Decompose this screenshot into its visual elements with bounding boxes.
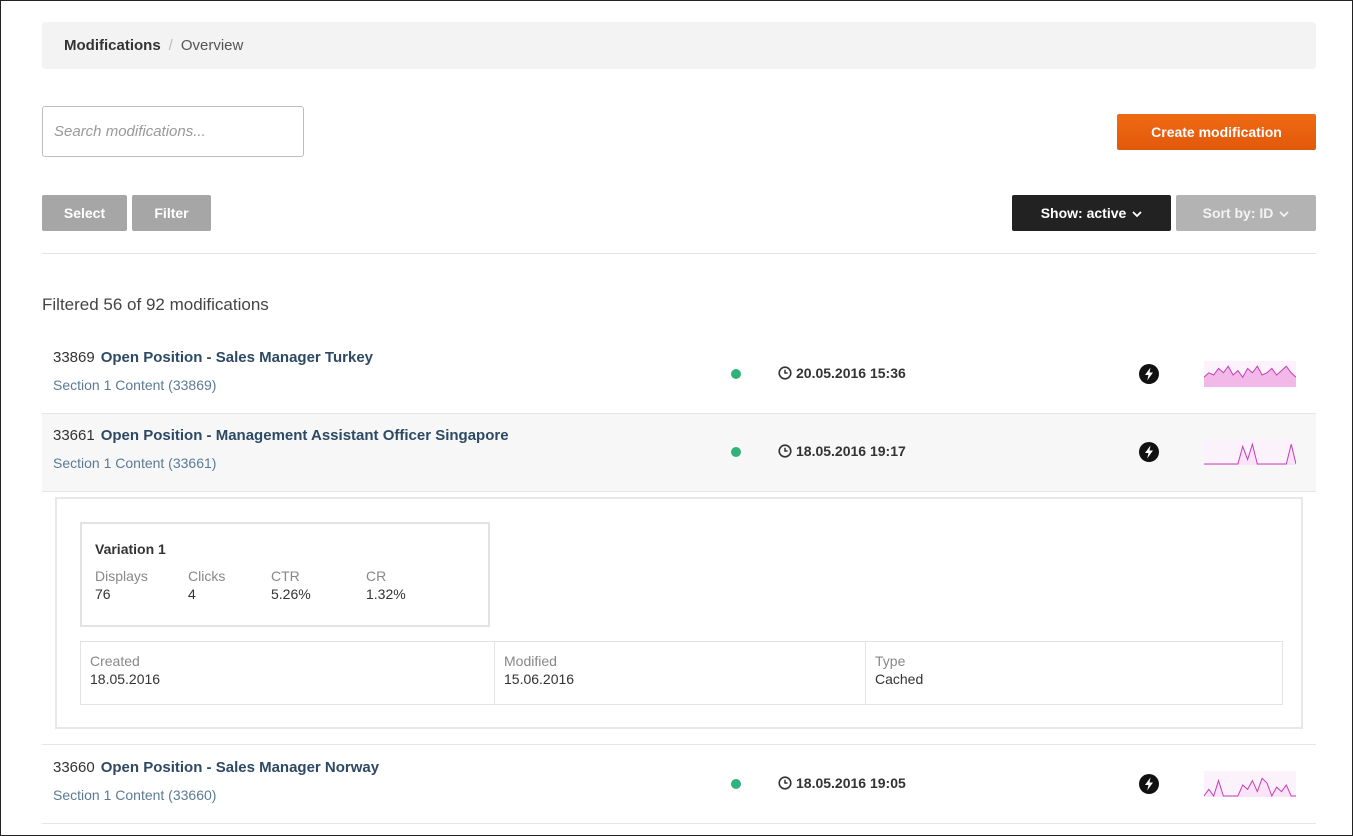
show-active-dropdown[interactable]: Show: active <box>1012 195 1171 231</box>
chevron-down-icon <box>1279 211 1290 218</box>
row-title: 33869 Open Position - Sales Manager Turke… <box>53 349 373 366</box>
row-id: 33661 <box>53 427 95 444</box>
row-timestamp: 18.05.2016 19:17 <box>778 443 906 459</box>
timestamp-text: 20.05.2016 15:36 <box>796 365 906 381</box>
breadcrumb-separator: / <box>168 37 173 54</box>
row-title: 33661 Open Position - Management Assistan… <box>53 427 509 444</box>
metric-value: 76 <box>95 586 111 602</box>
meta-label: Modified <box>504 653 557 669</box>
lightning-icon[interactable] <box>1139 364 1159 384</box>
divider <box>42 253 1316 254</box>
meta-created: Created 18.05.2016 <box>81 642 495 704</box>
divider <box>42 744 1316 745</box>
meta-value: 18.05.2016 <box>90 671 161 687</box>
clock-icon <box>778 366 792 380</box>
row-name-link[interactable]: Open Position - Management Assistant Off… <box>101 427 509 444</box>
meta-type: Type Cached <box>866 642 1282 704</box>
sparkline-chart <box>1204 361 1296 387</box>
metric-label: Displays <box>95 568 148 584</box>
row-section-link[interactable]: Section 1 Content (33660) <box>53 787 216 803</box>
sparkline-chart <box>1204 771 1296 797</box>
meta-value: 15.06.2016 <box>504 671 575 687</box>
filter-summary: Filtered 56 of 92 modifications <box>42 295 269 314</box>
meta-value: Cached <box>875 671 924 687</box>
lightning-icon[interactable] <box>1139 774 1159 794</box>
breadcrumb-current[interactable]: Modifications <box>64 37 161 54</box>
modification-row[interactable]: 33869 Open Position - Sales Manager Turke… <box>42 336 1316 414</box>
metric-value: 1.32% <box>366 586 406 602</box>
clock-icon <box>778 444 792 458</box>
row-name-link[interactable]: Open Position - Sales Manager Turkey <box>101 349 373 366</box>
metric-displays: Displays 76 <box>95 568 148 602</box>
status-dot <box>731 779 741 789</box>
sparkline-chart <box>1204 439 1296 465</box>
timestamp-text: 18.05.2016 19:05 <box>796 775 906 791</box>
modification-details-panel: Variation 1 Displays 76 Clicks 4 CTR 5.2… <box>55 497 1303 729</box>
row-section-link[interactable]: Section 1 Content (33661) <box>53 455 216 471</box>
search-input[interactable] <box>42 106 304 157</box>
meta-label: Type <box>875 653 906 669</box>
row-timestamp: 20.05.2016 15:36 <box>778 365 906 381</box>
filter-button[interactable]: Filter <box>132 195 211 231</box>
metric-ctr: CTR 5.26% <box>271 568 311 602</box>
status-dot <box>731 369 741 379</box>
timestamp-text: 18.05.2016 19:17 <box>796 443 906 459</box>
modification-row[interactable]: 33661 Open Position - Management Assistan… <box>42 414 1316 492</box>
variation-title: Variation 1 <box>95 541 166 557</box>
metric-value: 4 <box>188 586 196 602</box>
row-id: 33660 <box>53 759 95 776</box>
sort-by-dropdown[interactable]: Sort by: ID <box>1176 195 1316 231</box>
variation-card: Variation 1 Displays 76 Clicks 4 CTR 5.2… <box>80 522 490 627</box>
sort-dropdown-label: Sort by: ID <box>1202 205 1274 221</box>
metric-value: 5.26% <box>271 586 311 602</box>
row-section-link[interactable]: Section 1 Content (33869) <box>53 377 216 393</box>
create-modification-button[interactable]: Create modification <box>1117 114 1316 150</box>
row-id: 33869 <box>53 349 95 366</box>
modification-row[interactable]: 33660 Open Position - Sales Manager Norwa… <box>42 746 1316 824</box>
breadcrumb: Modifications / Overview <box>42 22 1316 69</box>
metric-cr: CR 1.32% <box>366 568 406 602</box>
clock-icon <box>778 776 792 790</box>
metric-label: CTR <box>271 568 300 584</box>
breadcrumb-overview: Overview <box>180 37 244 54</box>
row-name-link[interactable]: Open Position - Sales Manager Norway <box>101 759 379 776</box>
select-button[interactable]: Select <box>42 195 127 231</box>
chevron-down-icon <box>1132 211 1142 218</box>
metric-label: Clicks <box>188 568 226 584</box>
row-title: 33660 Open Position - Sales Manager Norwa… <box>53 759 379 776</box>
show-dropdown-label: Show: active <box>1040 205 1127 221</box>
row-timestamp: 18.05.2016 19:05 <box>778 775 906 791</box>
meta-modified: Modified 15.06.2016 <box>495 642 866 704</box>
modification-meta-table: Created 18.05.2016 Modified 15.06.2016 T… <box>80 641 1283 705</box>
meta-label: Created <box>90 653 140 669</box>
metric-clicks: Clicks 4 <box>188 568 225 602</box>
metric-label: CR <box>366 568 387 584</box>
lightning-icon[interactable] <box>1139 442 1159 462</box>
status-dot <box>731 447 741 457</box>
